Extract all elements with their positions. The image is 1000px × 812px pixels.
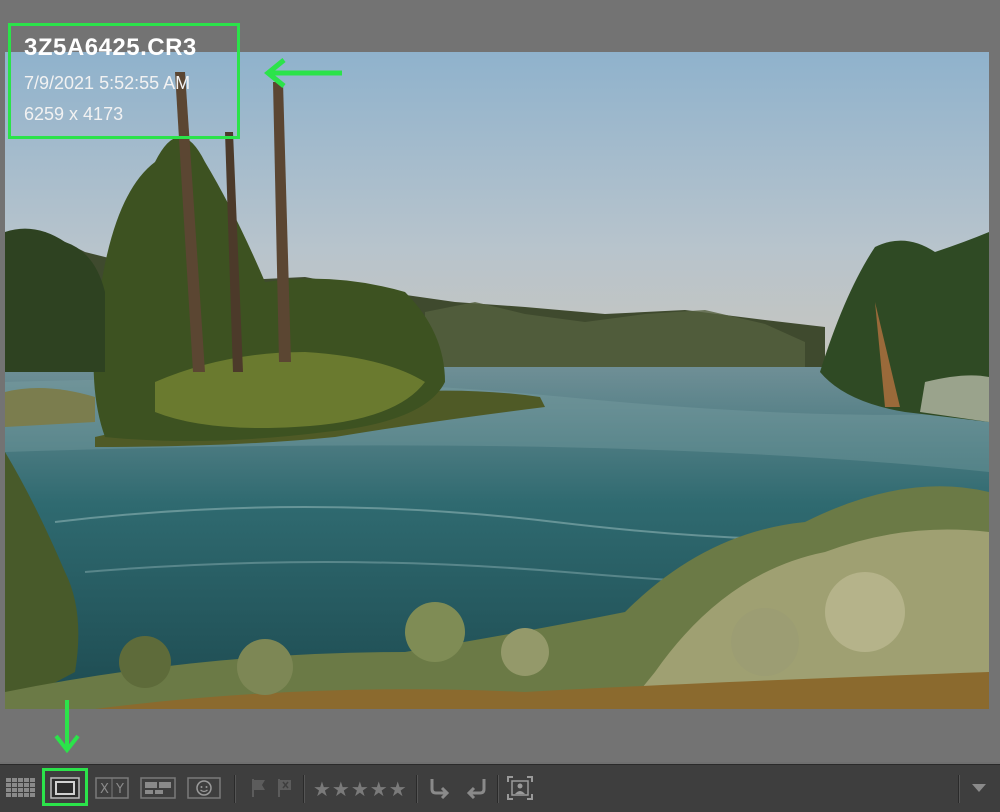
toolbar-separator xyxy=(958,775,960,803)
image-dimensions-label: 6259 x 4173 xyxy=(24,104,124,124)
toolbar-separator xyxy=(234,775,236,803)
compare-view-button[interactable]: X Y xyxy=(94,775,130,801)
library-toolbar: X Y ★★★★★ xyxy=(0,764,1000,812)
filename-label: 3Z5A6425.CR3 xyxy=(24,34,197,61)
people-view-button[interactable] xyxy=(186,775,222,801)
crop-icon xyxy=(507,776,533,800)
compare-xy-icon: X Y xyxy=(95,777,129,799)
svg-text:Y: Y xyxy=(115,782,124,797)
grid-icon xyxy=(6,778,35,797)
rotate-right-button[interactable] xyxy=(462,775,490,801)
toolbar-separator xyxy=(416,775,418,803)
toolbar-menu-button[interactable] xyxy=(966,775,992,801)
face-icon xyxy=(187,777,221,799)
survey-view-button[interactable] xyxy=(139,775,177,801)
crop-overlay-button[interactable] xyxy=(504,775,536,801)
arrow-down-icon xyxy=(54,700,80,754)
survey-icon xyxy=(140,777,176,799)
loupe-view-button[interactable] xyxy=(48,775,82,801)
loupe-icon xyxy=(50,777,80,799)
reject-flag-icon xyxy=(278,779,291,797)
image-info-overlay: 3Z5A6425.CR3 7/9/2021 5:52:55 AM 6259 x … xyxy=(8,23,240,139)
svg-text:X: X xyxy=(100,782,109,797)
loupe-viewer: 3Z5A6425.CR3 7/9/2021 5:52:55 AM 6259 x … xyxy=(0,0,1000,762)
flag-icon xyxy=(252,779,265,797)
arrow-left-icon xyxy=(264,58,342,88)
flag-pick-button[interactable] xyxy=(248,775,270,801)
toolbar-separator xyxy=(303,775,305,803)
rotate-left-icon xyxy=(430,779,450,799)
grid-view-button[interactable] xyxy=(4,775,38,801)
rotate-right-icon xyxy=(466,779,486,799)
toolbar-separator xyxy=(497,775,499,803)
chevron-down-icon xyxy=(972,784,986,792)
landscape-photo xyxy=(5,52,989,709)
flag-reject-button[interactable] xyxy=(274,775,296,801)
star-rating[interactable]: ★★★★★ xyxy=(313,777,408,802)
photo-preview[interactable] xyxy=(5,52,989,709)
rotate-left-button[interactable] xyxy=(426,775,454,801)
capture-date-label: 7/9/2021 5:52:55 AM xyxy=(24,73,191,93)
